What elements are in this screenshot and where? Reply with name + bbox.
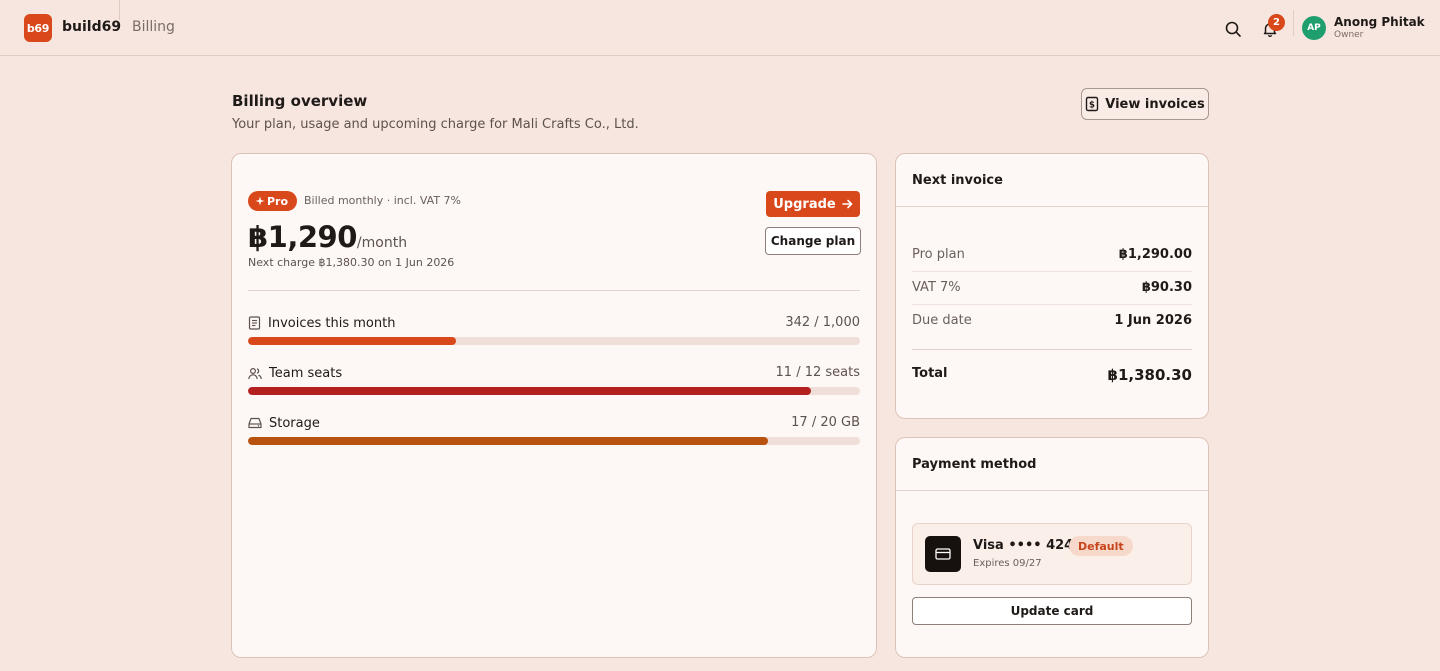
usage-row-invoices: Invoices this month 342 / 1,000	[248, 314, 860, 354]
divider	[1293, 10, 1294, 36]
usage-label-text: Team seats	[269, 365, 343, 381]
invoice-total: Total ฿1,380.30	[912, 366, 1192, 386]
card-expiry: Expires 09/27	[973, 558, 1042, 569]
divider	[912, 349, 1192, 350]
plan-badge: Pro	[248, 191, 298, 211]
upgrade-label: Upgrade	[773, 196, 836, 212]
app-logo[interactable]: b69	[24, 14, 52, 42]
usage-label: Team seats	[248, 364, 342, 382]
default-badge: Default	[1069, 536, 1133, 556]
usage-row-storage: Storage 17 / 20 GB	[248, 414, 860, 454]
total-value: ฿1,380.30	[1107, 366, 1192, 384]
credit-card-icon	[925, 536, 961, 572]
change-plan-button[interactable]: Change plan	[765, 227, 861, 255]
plan-card: Pro Billed monthly · incl. VAT 7% ฿1,290…	[231, 153, 877, 658]
usage-fill	[248, 437, 769, 445]
usage-label-text: Invoices this month	[268, 315, 396, 331]
line-item-value: 1 Jun 2026	[1114, 313, 1192, 328]
plan-badge-label: Pro	[267, 194, 289, 208]
storage-icon	[248, 417, 262, 429]
price-amount: ฿1,290	[248, 220, 357, 254]
avatar[interactable]: AP	[1302, 16, 1326, 40]
line-item-label: Due date	[912, 313, 972, 328]
invoice-line-item: Pro plan ฿1,290.00	[912, 247, 1192, 267]
usage-fill	[248, 387, 812, 395]
usage-fill	[248, 337, 457, 345]
payment-card-item[interactable]: Visa •••• 4242 Default Expires 09/27	[912, 523, 1192, 585]
line-item-value: ฿90.30	[1141, 280, 1192, 295]
invoice-line-item: Due date 1 Jun 2026	[912, 313, 1192, 333]
billing-meta: Billed monthly · incl. VAT 7%	[304, 194, 462, 207]
next-charge: Next charge ฿1,380.30 on 1 Jun 2026	[248, 256, 455, 269]
invoice-line-item: VAT 7% ฿90.30	[912, 280, 1192, 300]
usage-row-seats: Team seats 11 / 12 seats	[248, 364, 860, 404]
plan-price: ฿1,290/month	[248, 220, 407, 254]
usage-value: 17 / 20 GB	[791, 415, 860, 430]
line-item-label: VAT 7%	[912, 280, 961, 295]
usage-label: Invoices this month	[248, 314, 395, 332]
document-icon	[248, 316, 261, 330]
app-name: build69	[62, 19, 122, 35]
divider	[896, 206, 1208, 207]
usage-track	[248, 337, 860, 345]
page-subtitle: Your plan, usage and upcoming charge for…	[232, 117, 639, 132]
user-role: Owner	[1334, 30, 1364, 40]
view-invoices-button[interactable]: $ View invoices	[1081, 88, 1209, 120]
breadcrumb[interactable]: Billing	[132, 19, 175, 35]
divider	[912, 271, 1192, 272]
line-item-value: ฿1,290.00	[1118, 247, 1192, 262]
top-bar: b69 build69 Billing 2 AP Anong Phitak Ow…	[0, 0, 1440, 56]
users-icon	[248, 367, 262, 380]
user-name[interactable]: Anong Phitak	[1334, 15, 1425, 29]
upgrade-button[interactable]: Upgrade	[766, 191, 860, 217]
search-icon[interactable]	[1222, 18, 1244, 40]
divider	[248, 290, 860, 291]
next-invoice-card: Next invoice Pro plan ฿1,290.00 VAT 7% ฿…	[895, 153, 1209, 419]
divider	[896, 490, 1208, 491]
divider	[119, 0, 120, 20]
card-title: Payment method	[912, 457, 1037, 472]
usage-label-text: Storage	[269, 415, 320, 431]
page-title: Billing overview	[232, 92, 368, 110]
svg-text:$: $	[1089, 100, 1095, 110]
usage-label: Storage	[248, 414, 320, 432]
card-label: Visa •••• 4242	[973, 538, 1083, 553]
sparkle-icon	[255, 196, 265, 206]
divider	[912, 304, 1192, 305]
usage-track	[248, 437, 860, 445]
line-item-label: Pro plan	[912, 247, 965, 262]
arrow-right-icon	[841, 199, 853, 209]
payment-method-card: Payment method Visa •••• 4242 Default Ex…	[895, 437, 1209, 658]
card-title: Next invoice	[912, 173, 1003, 188]
usage-track	[248, 387, 860, 395]
total-label: Total	[912, 366, 948, 381]
update-card-button[interactable]: Update card	[912, 597, 1192, 625]
receipt-icon: $	[1085, 96, 1099, 112]
usage-value: 342 / 1,000	[785, 315, 860, 330]
price-period: /month	[356, 235, 408, 251]
notification-badge: 2	[1268, 14, 1285, 31]
usage-value: 11 / 12 seats	[775, 365, 860, 380]
view-invoices-label: View invoices	[1105, 96, 1205, 112]
